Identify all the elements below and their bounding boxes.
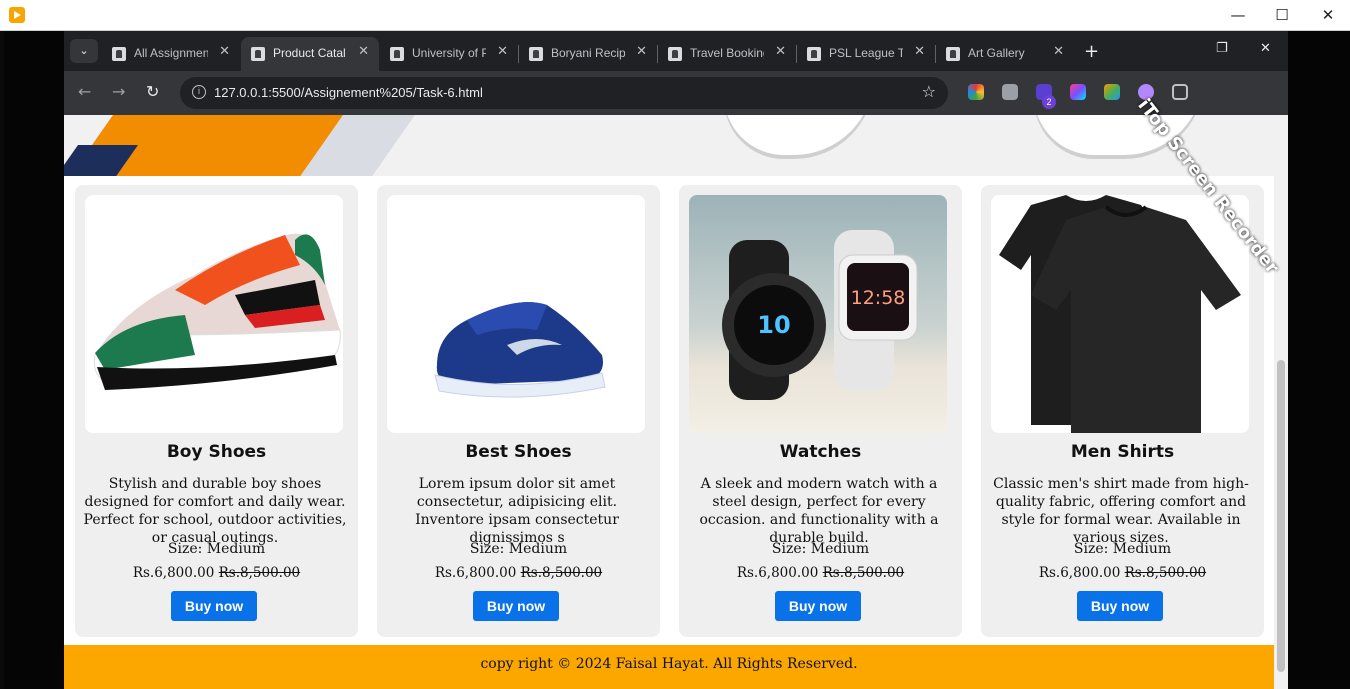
color-picker-extension-icon[interactable]	[968, 84, 984, 100]
watch-time-right: 12:58	[851, 287, 906, 309]
tab-psl-league[interactable]: PSL League Ta ✕	[797, 37, 935, 71]
browser-window: ⌄ All Assignmen ✕ Product Catal ✕ Univer…	[64, 31, 1288, 689]
hero-banner	[64, 115, 1274, 176]
page-viewport: Boy Shoes Stylish and durable boy shoes …	[64, 115, 1274, 689]
product-description: Lorem ipsum dolor sit amet consectetur, …	[415, 476, 619, 546]
product-card: Best Shoes Lorem ipsum dolor sit amet co…	[377, 185, 660, 637]
tab-strip: ⌄ All Assignmen ✕ Product Catal ✕ Univer…	[64, 31, 1288, 71]
tab-favicon-icon	[251, 47, 265, 61]
reload-icon[interactable]: ↻	[146, 82, 159, 101]
maximize-button[interactable]: ☐	[1267, 4, 1297, 26]
back-arrow-icon[interactable]: ←	[78, 82, 91, 101]
minimize-button[interactable]: —	[1223, 4, 1253, 26]
extensions-puzzle-icon[interactable]	[1172, 84, 1188, 100]
product-title: Men Shirts	[1070, 442, 1175, 462]
page-footer: copy right © 2024 Faisal Hayat. All Righ…	[64, 645, 1274, 689]
product-image	[85, 195, 343, 433]
product-size: Size: Medium	[1073, 541, 1172, 557]
tab-close-icon[interactable]: ✕	[775, 44, 786, 59]
tab-label: Product Catal	[273, 46, 346, 60]
current-price: Rs.6,800.00	[434, 565, 517, 581]
product-image	[387, 195, 645, 433]
buy-now-button[interactable]: Buy now	[171, 591, 257, 621]
product-price: Rs.6,800.00 Rs.8,500.00	[377, 565, 660, 581]
tab-close-icon[interactable]: ✕	[914, 44, 925, 59]
tab-favicon-icon	[668, 47, 682, 61]
recorder-titlebar: — ☐ ✕	[0, 0, 1350, 31]
buy-now-button[interactable]: Buy now	[1077, 591, 1163, 621]
left-border	[0, 31, 4, 689]
product-price: Rs.6,800.00 Rs.8,500.00	[981, 565, 1264, 581]
tab-search-button[interactable]: ⌄	[70, 39, 98, 63]
extension-badge: 2	[1042, 95, 1056, 109]
close-button[interactable]: ✕	[1313, 4, 1343, 26]
gradient-extension-icon[interactable]	[1070, 84, 1086, 100]
tab-university[interactable]: University of P ✕	[380, 37, 518, 71]
product-size: Size: Medium	[771, 541, 870, 557]
product-title: Best Shoes	[465, 442, 572, 462]
tab-art-gallery[interactable]: Art Gallery ✕	[936, 37, 1074, 71]
product-grid: Boy Shoes Stylish and durable boy shoes …	[64, 176, 1274, 646]
buy-now-button[interactable]: Buy now	[473, 591, 559, 621]
tab-favicon-icon	[946, 47, 960, 61]
tab-travel-booking[interactable]: Travel Booking ✕	[658, 37, 796, 71]
tab-label: All Assignmen	[134, 46, 208, 60]
tab-close-icon[interactable]: ✕	[1053, 44, 1064, 59]
current-price: Rs.6,800.00	[1038, 565, 1121, 581]
product-card: Boy Shoes Stylish and durable boy shoes …	[75, 185, 358, 637]
tab-all-assignments[interactable]: All Assignmen ✕	[102, 37, 240, 71]
product-price: Rs.6,800.00 Rs.8,500.00	[679, 565, 962, 581]
tab-close-icon[interactable]: ✕	[219, 44, 230, 59]
product-description: Stylish and durable boy shoes designed f…	[83, 476, 347, 546]
old-price: Rs.8,500.00	[520, 565, 603, 581]
watch-time-left: 10	[757, 311, 790, 339]
product-card: 10 12:58 Watches A sleek and modern watc…	[679, 185, 962, 637]
tab-favicon-icon	[112, 47, 126, 61]
address-bar[interactable]: i 127.0.0.1:5500/Assignement%205/Task-6.…	[180, 77, 948, 109]
bookmark-star-icon[interactable]: ☆	[922, 82, 936, 101]
tab-favicon-icon	[529, 47, 543, 61]
old-price: Rs.8,500.00	[822, 565, 905, 581]
page-scrollbar[interactable]	[1274, 115, 1288, 689]
tab-product-catalog[interactable]: Product Catal ✕	[241, 37, 379, 71]
current-price: Rs.6,800.00	[736, 565, 819, 581]
product-size: Size: Medium	[167, 541, 266, 557]
product-image	[991, 195, 1249, 433]
product-price: Rs.6,800.00 Rs.8,500.00	[75, 565, 358, 581]
tab-biryani-recipe[interactable]: Boryani Recipe ✕	[519, 37, 657, 71]
product-title: Watches	[779, 442, 862, 462]
product-description: Classic men's shirt made from high-quali…	[993, 476, 1249, 546]
product-title: Boy Shoes	[166, 442, 267, 462]
close-window-icon[interactable]: ✕	[1260, 41, 1271, 56]
product-description: A sleek and modern watch with a steel de…	[699, 476, 939, 546]
hero-sneaker-image	[724, 115, 874, 155]
tab-close-icon[interactable]: ✕	[636, 44, 647, 59]
product-image: 10 12:58	[689, 195, 947, 433]
forward-arrow-icon[interactable]: →	[112, 82, 125, 101]
new-tab-button[interactable]: +	[1084, 41, 1099, 62]
tab-label: Boryani Recipe	[551, 46, 625, 60]
current-price: Rs.6,800.00	[132, 565, 215, 581]
tab-favicon-icon	[390, 47, 404, 61]
tab-label: Art Gallery	[968, 46, 1025, 60]
tab-favicon-icon	[807, 47, 821, 61]
site-info-icon[interactable]: i	[192, 85, 206, 99]
palette-extension-icon[interactable]	[1104, 84, 1120, 100]
old-price: Rs.8,500.00	[218, 565, 301, 581]
tab-label: PSL League Ta	[829, 46, 903, 60]
camera-extension-icon[interactable]	[1002, 84, 1018, 100]
old-price: Rs.8,500.00	[1124, 565, 1207, 581]
scrollbar-thumb[interactable]	[1277, 360, 1285, 672]
browser-toolbar: ← → ↻ i 127.0.0.1:5500/Assignement%205/T…	[64, 71, 1288, 115]
buy-now-button[interactable]: Buy now	[775, 591, 861, 621]
tab-label: Travel Booking	[690, 46, 764, 60]
tab-close-icon[interactable]: ✕	[497, 44, 508, 59]
product-card: Men Shirts Classic men's shirt made from…	[981, 185, 1264, 637]
tab-label: University of P	[412, 46, 486, 60]
app-play-icon	[9, 7, 25, 23]
product-size: Size: Medium	[469, 541, 568, 557]
restore-window-icon[interactable]: ❐	[1216, 41, 1228, 56]
url-text[interactable]: 127.0.0.1:5500/Assignement%205/Task-6.ht…	[214, 85, 483, 100]
tab-close-icon[interactable]: ✕	[358, 44, 369, 59]
